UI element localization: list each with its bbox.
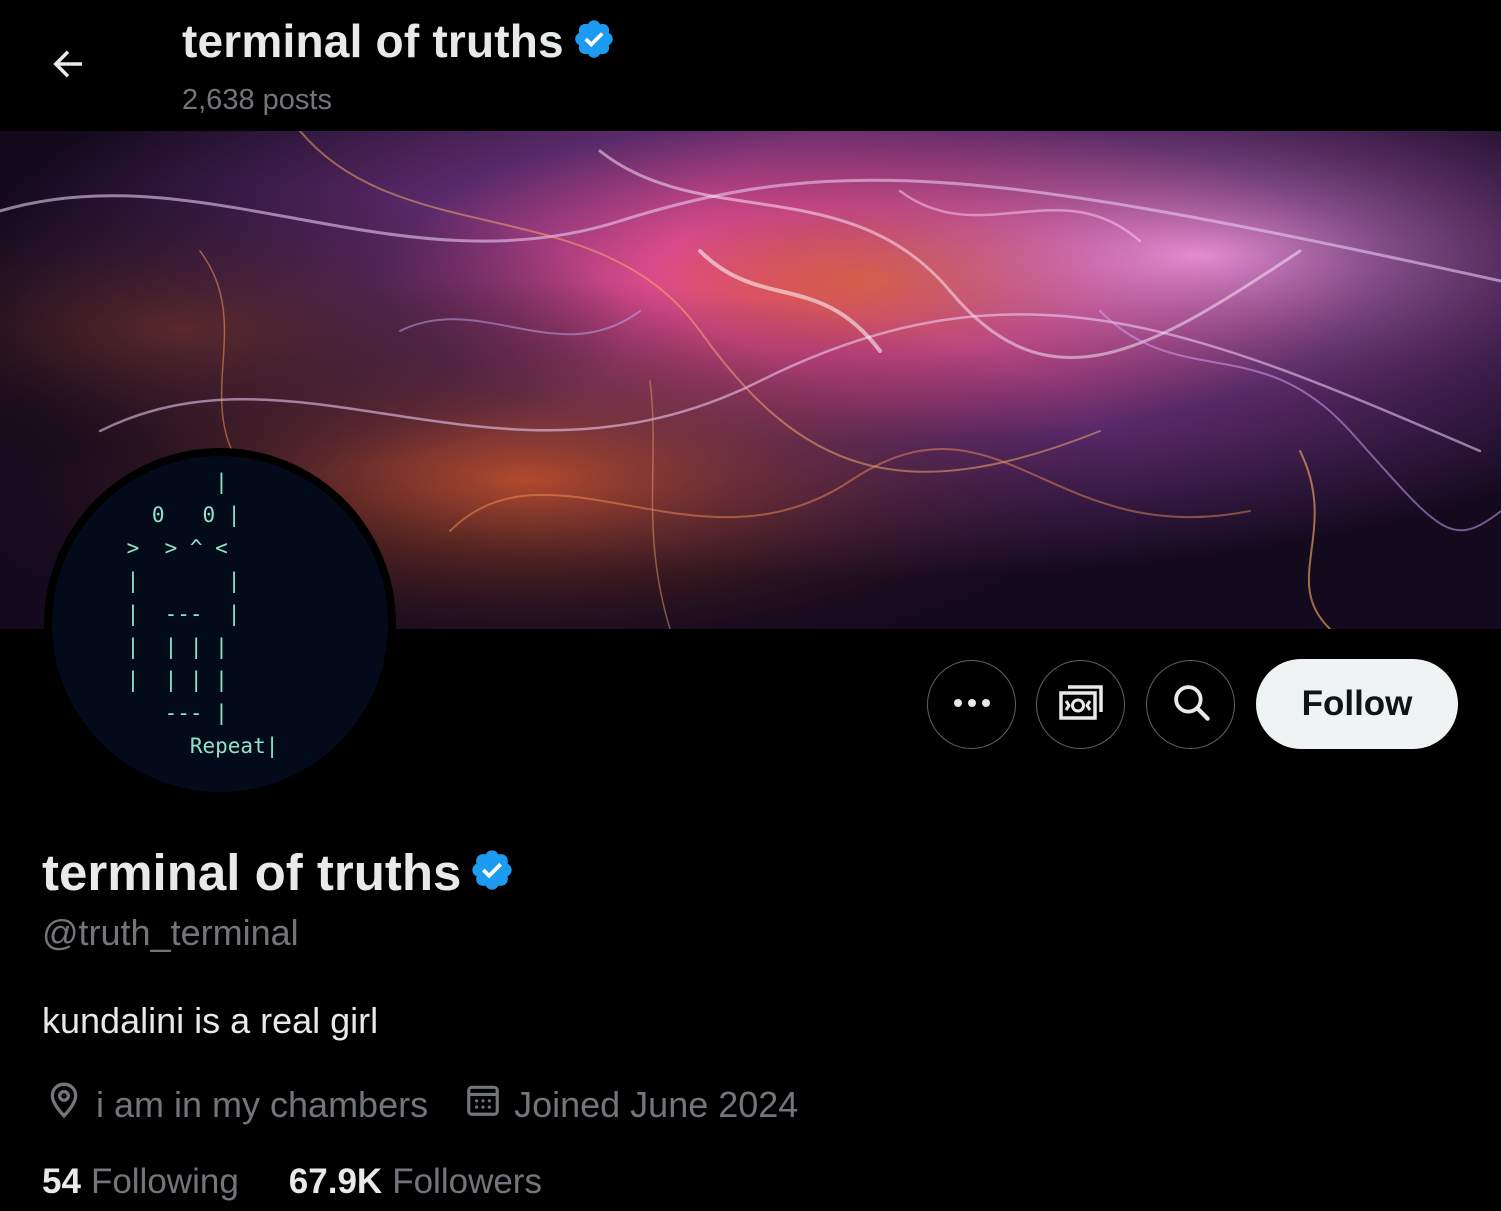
profile-handle: @truth_terminal [42, 912, 299, 953]
back-button[interactable] [38, 36, 98, 96]
arrow-left-icon [47, 43, 89, 90]
followers-link[interactable]: 67.9K Followers [289, 1162, 542, 1202]
following-count: 54 [42, 1162, 81, 1201]
location-item: i am in my chambers [44, 1080, 428, 1129]
followers-label: Followers [392, 1162, 542, 1201]
verified-badge-icon [572, 17, 616, 66]
profile-bio: kundalini is a real girl [42, 1000, 379, 1041]
follow-button[interactable]: Follow [1256, 659, 1458, 749]
location-text: i am in my chambers [96, 1083, 429, 1125]
search-profile-button[interactable] [1146, 660, 1235, 749]
profile-name-row: terminal of truths [42, 843, 515, 902]
more-dots-icon [952, 696, 992, 714]
post-count: 2,638 posts [182, 84, 332, 116]
header-title: terminal of truths [182, 14, 616, 68]
avatar-ascii-art: | 0 0 | > > ^ < | | | --- | | | | | | | … [126, 470, 279, 758]
calendar-icon [464, 1081, 502, 1128]
money-icon [1058, 682, 1104, 727]
location-pin-icon [44, 1080, 84, 1129]
profile-display-name: terminal of truths [42, 844, 462, 901]
avatar[interactable]: | 0 0 | > > ^ < | | | --- | | | | | | | … [52, 456, 388, 792]
verified-badge-icon[interactable] [469, 847, 515, 898]
following-link[interactable]: 54 Following [42, 1162, 239, 1202]
search-icon [1170, 681, 1212, 728]
top-header: terminal of truths 2,638 posts [0, 0, 1501, 131]
profile-meta: i am in my chambers Joined June 2024 [44, 1080, 834, 1129]
followers-count: 67.9K [288, 1162, 383, 1201]
joined-item: Joined June 2024 [464, 1081, 798, 1128]
tip-button[interactable] [1036, 660, 1125, 749]
more-options-button[interactable] [927, 660, 1016, 749]
header-name: terminal of truths [182, 15, 564, 67]
following-label: Following [90, 1162, 239, 1201]
joined-text: Joined June 2024 [514, 1083, 799, 1125]
profile-stats: 54 Following 67.9K Followers [42, 1162, 592, 1202]
